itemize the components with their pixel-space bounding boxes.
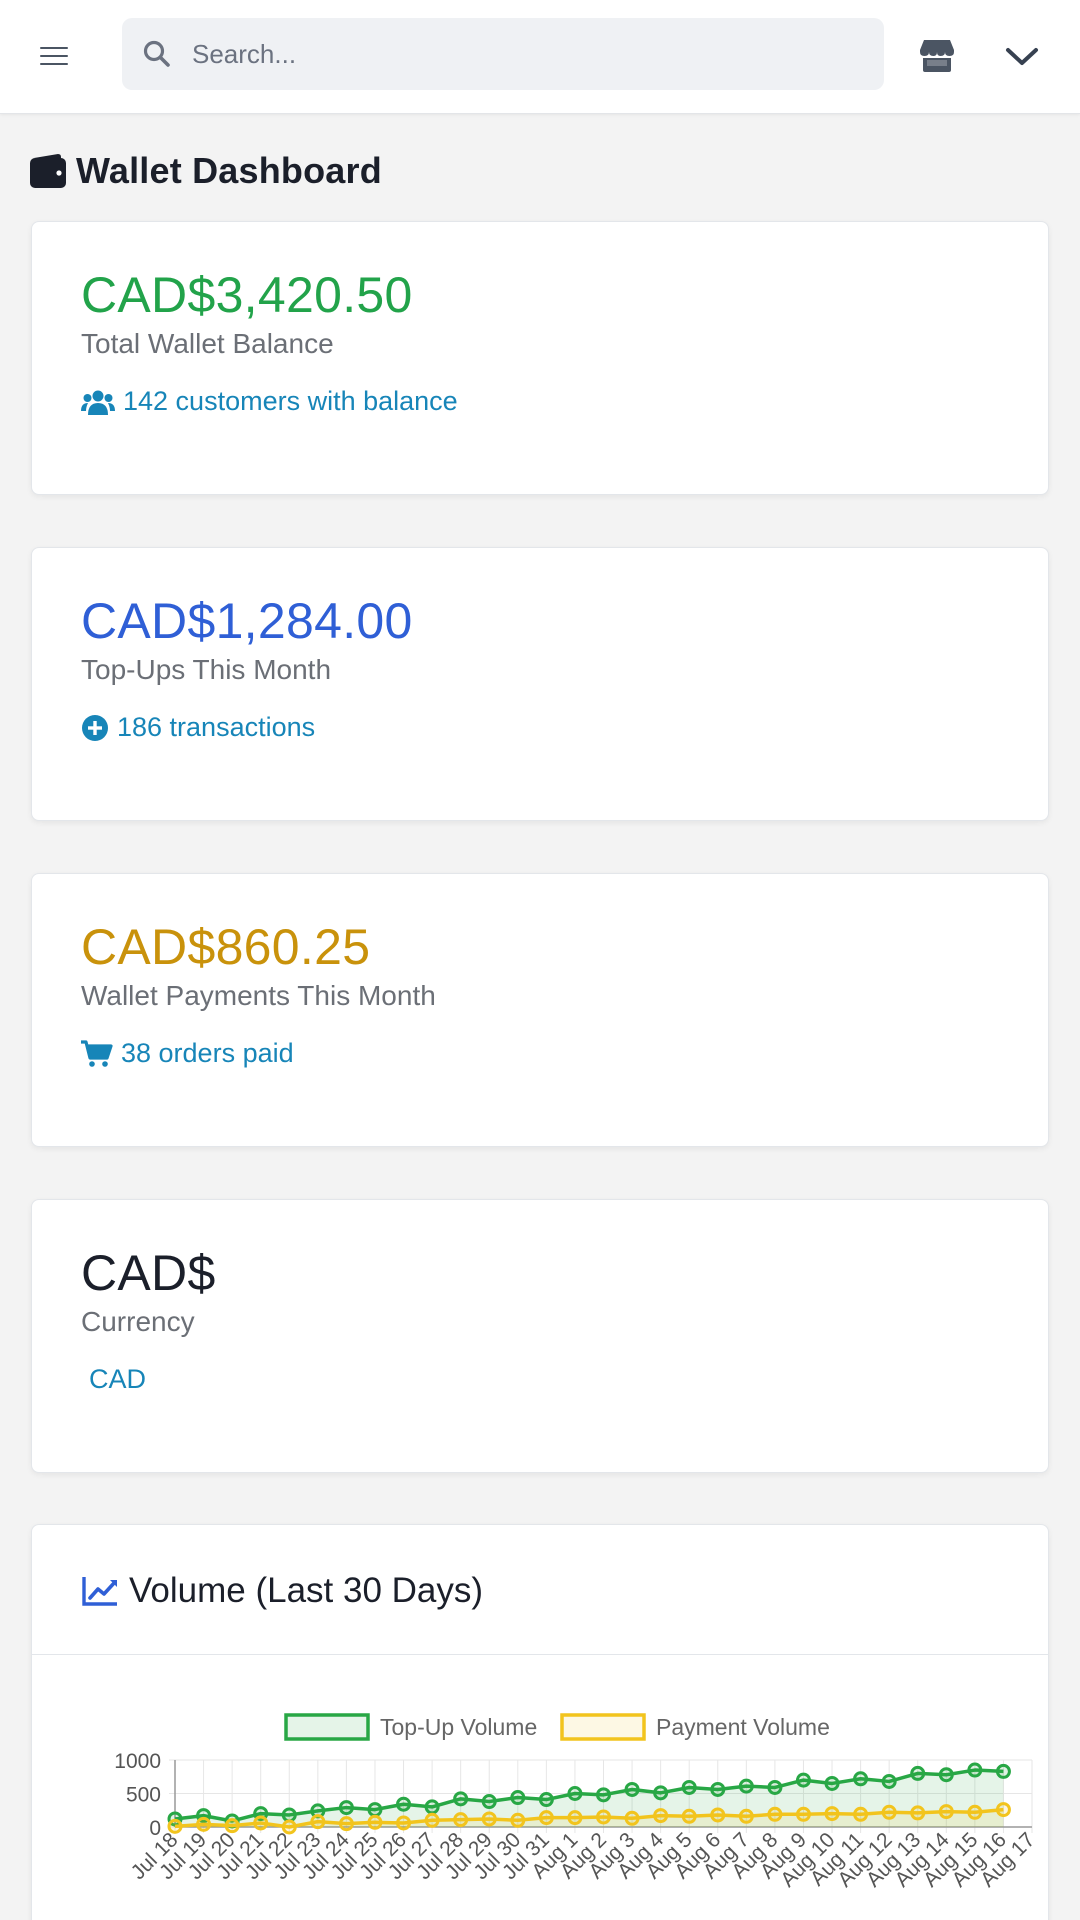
data-point: [910, 1765, 926, 1781]
line-chart-icon: [82, 1577, 117, 1606]
data-point: [624, 1810, 640, 1826]
data-point: [281, 1819, 297, 1835]
chart-title: Volume (Last 30 Days): [129, 1571, 484, 1610]
customers-count-text: 142 customers with balance: [123, 386, 458, 416]
data-point: [396, 1796, 412, 1812]
wallet-icon: [30, 154, 66, 188]
data-point: [624, 1781, 640, 1797]
chart-header: Volume (Last 30 Days): [32, 1525, 1048, 1655]
data-point: [453, 1791, 469, 1807]
data-point: [967, 1804, 983, 1820]
payments-amount: CAD$860.25: [81, 919, 371, 975]
data-point: [738, 1808, 754, 1824]
store-icon[interactable]: [918, 36, 956, 74]
data-point: [596, 1809, 611, 1825]
data-point: [567, 1786, 583, 1801]
topups-card: CAD$1,284.00 Top-Ups This Month 186 tran…: [31, 547, 1049, 821]
menu-icon[interactable]: [40, 44, 70, 68]
volume-chart-card: Volume (Last 30 Days) 0 500 1000 Jul 18 Jul …: [31, 1524, 1049, 1920]
data-point: [196, 1816, 212, 1832]
data-point: [995, 1763, 1011, 1779]
legend-swatch: [284, 1713, 370, 1741]
data-point: [853, 1771, 869, 1787]
chart-title-row: Volume (Last 30 Days): [81, 1571, 483, 1611]
chevron-down-icon[interactable]: [1005, 46, 1039, 68]
data-point: [938, 1767, 954, 1783]
data-point: [338, 1816, 354, 1832]
data-point: [681, 1808, 697, 1824]
plus-circle-icon: [82, 714, 108, 741]
data-point: [653, 1785, 669, 1801]
data-point: [967, 1762, 983, 1778]
data-point: [824, 1775, 840, 1791]
transactions-link[interactable]: 186 transactions: [81, 712, 315, 743]
orders-count-text: 38 orders paid: [121, 1038, 294, 1068]
data-point: [481, 1811, 497, 1827]
transactions-count-text: 186 transactions: [117, 712, 316, 742]
data-point: [853, 1806, 869, 1822]
total-balance-card: CAD$3,420.50 Total Wallet Balance 142 cu…: [31, 221, 1049, 495]
data-point: [424, 1812, 440, 1828]
cart-icon: [81, 1039, 113, 1067]
data-point: [881, 1773, 897, 1789]
data-point: [795, 1772, 811, 1788]
data-point: [881, 1804, 897, 1820]
search-input[interactable]: [192, 18, 862, 90]
data-point: [767, 1779, 783, 1795]
data-point: [367, 1802, 383, 1818]
data-point: [538, 1810, 554, 1826]
top-navbar: [0, 0, 1080, 114]
data-point: [596, 1787, 611, 1803]
data-point: [367, 1814, 383, 1830]
data-point: [224, 1818, 240, 1834]
volume-chart: 05001000Jul 18Jul 19Jul 20Jul 21Jul 22Ju…: [114, 1713, 1040, 1892]
data-point: [938, 1804, 954, 1820]
data-point: [453, 1812, 469, 1828]
total-balance-amount: CAD$3,420.50: [81, 267, 413, 323]
data-point: [795, 1806, 811, 1822]
data-point: [424, 1799, 440, 1815]
currency-card: CAD$ Currency CAD: [31, 1199, 1049, 1473]
data-point: [510, 1790, 526, 1806]
data-point: [767, 1806, 783, 1822]
customers-link[interactable]: 142 customers with balance: [81, 386, 458, 417]
data-point: [567, 1810, 583, 1826]
topups-amount: CAD$1,284.00: [81, 593, 413, 649]
payments-label: Wallet Payments This Month: [81, 980, 436, 1011]
topups-label: Top-Ups This Month: [81, 654, 332, 685]
currency-symbol: CAD$: [81, 1245, 216, 1301]
orders-link[interactable]: 38 orders paid: [81, 1038, 294, 1069]
total-balance-label: Total Wallet Balance: [81, 328, 334, 359]
currency-label: Currency: [81, 1306, 195, 1337]
data-point: [681, 1779, 697, 1795]
y-tick-label: 1000: [114, 1750, 161, 1773]
data-point: [253, 1815, 269, 1831]
page-title: Wallet Dashboard: [76, 150, 382, 191]
data-point: [710, 1781, 726, 1797]
data-point: [824, 1806, 840, 1822]
data-point: [710, 1807, 726, 1823]
data-point: [510, 1812, 526, 1828]
data-point: [481, 1794, 497, 1810]
legend-label: Payment Volume: [656, 1714, 830, 1740]
data-point: [910, 1805, 926, 1821]
legend-swatch: [560, 1713, 646, 1741]
search-icon: [143, 40, 170, 67]
data-point: [995, 1802, 1011, 1818]
search-box: [122, 18, 884, 90]
data-point: [738, 1778, 754, 1794]
payments-card: CAD$860.25 Wallet Payments This Month 38…: [31, 873, 1049, 1147]
data-point: [538, 1792, 554, 1808]
data-point: [167, 1818, 183, 1834]
data-point: [396, 1815, 412, 1831]
data-point: [338, 1800, 354, 1816]
data-point: [653, 1808, 669, 1824]
data-point: [281, 1807, 297, 1823]
users-icon: [81, 390, 115, 415]
page-header: Wallet Dashboard: [30, 148, 382, 194]
currency-code: CAD: [89, 1364, 147, 1394]
data-point: [310, 1814, 326, 1830]
legend-label: Top-Up Volume: [380, 1714, 537, 1740]
y-tick-label: 500: [126, 1784, 161, 1807]
